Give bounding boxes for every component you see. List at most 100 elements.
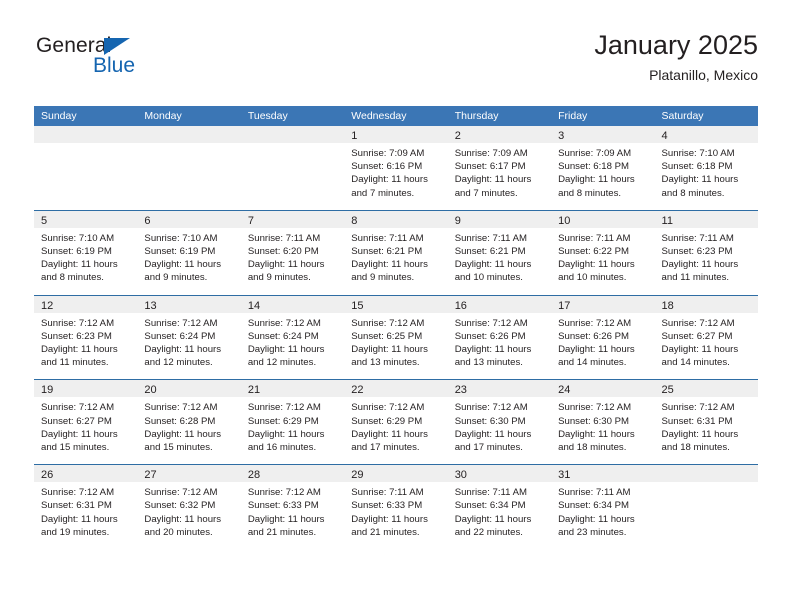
day-number-band: 13 — [137, 295, 241, 313]
sunset-text: Sunset: 6:21 PM — [454, 246, 526, 258]
day-cell[interactable]: 14 Sunrise: 7:12 AM Sunset: 6:24 PM Dayligh… — [240, 295, 345, 380]
day-cell-body: Sunrise: 7:11 AM Sunset: 6:21 PM Daylight:… — [344, 228, 447, 285]
day-cell[interactable]: 19 Sunrise: 7:12 AM Sunset: 6:27 PM Dayligh… — [34, 380, 138, 465]
day-cell[interactable]: 4 Sunrise: 7:10 AM Sunset: 6:18 PM Daylight… — [654, 126, 758, 210]
day-cell-body: Sunrise: 7:12 AM Sunset: 6:24 PM Daylight:… — [241, 313, 344, 370]
daylight-text: Daylight: 11 hours and 20 minutes. — [144, 513, 222, 538]
day-cell-body: Sunrise: 7:10 AM Sunset: 6:19 PM Daylight:… — [137, 228, 240, 285]
day-cell[interactable]: 10 Sunrise: 7:11 AM Sunset: 6:22 PM Dayligh… — [551, 210, 655, 295]
sunset-text: Sunset: 6:31 PM — [661, 415, 733, 427]
day-number-band — [654, 465, 758, 483]
sunrise-text: Sunrise: 7:12 AM — [351, 402, 425, 414]
sunrise-text: Sunrise: 7:10 AM — [144, 232, 218, 244]
day-cell[interactable]: 25 Sunrise: 7:12 AM Sunset: 6:31 PM Dayligh… — [654, 380, 758, 465]
day-number-band: 17 — [551, 295, 655, 313]
day-number-band: 11 — [654, 210, 758, 228]
day-cell[interactable]: 20 Sunrise: 7:12 AM Sunset: 6:28 PM Dayligh… — [137, 380, 241, 465]
sunrise-text: Sunrise: 7:12 AM — [41, 317, 115, 329]
weekday-header-monday: Monday — [144, 110, 182, 122]
day-cell[interactable]: 13 Sunrise: 7:12 AM Sunset: 6:24 PM Dayligh… — [137, 295, 241, 380]
day-cell[interactable]: 27 Sunrise: 7:12 AM Sunset: 6:32 PM Dayligh… — [137, 465, 241, 550]
day-cell[interactable]: 29 Sunrise: 7:11 AM Sunset: 6:33 PM Dayligh… — [344, 465, 448, 550]
sunset-text: Sunset: 6:28 PM — [144, 415, 216, 427]
day-number-band — [240, 126, 345, 143]
day-cell[interactable]: 1 Sunrise: 7:09 AM Sunset: 6:16 PM Daylight… — [344, 126, 448, 210]
sunset-text: Sunset: 6:21 PM — [351, 246, 423, 258]
weekday-header-wednesday: Wednesday — [351, 110, 407, 122]
day-cell[interactable]: 15 Sunrise: 7:12 AM Sunset: 6:25 PM Dayligh… — [344, 295, 448, 380]
day-number-band: 18 — [654, 295, 758, 313]
daylight-text: Daylight: 11 hours and 21 minutes. — [247, 513, 325, 538]
day-cell-empty — [654, 465, 758, 550]
day-cell[interactable]: 26 Sunrise: 7:12 AM Sunset: 6:31 PM Dayligh… — [34, 465, 138, 550]
day-cell[interactable]: 6 Sunrise: 7:10 AM Sunset: 6:19 PM Daylight… — [137, 210, 241, 295]
day-cell[interactable]: 23 Sunrise: 7:12 AM Sunset: 6:30 PM Dayligh… — [447, 380, 552, 465]
sunrise-text: Sunrise: 7:12 AM — [351, 317, 425, 329]
day-cell-body: Sunrise: 7:11 AM Sunset: 6:33 PM Daylight:… — [344, 482, 447, 539]
daylight-text: Daylight: 11 hours and 14 minutes. — [558, 344, 635, 369]
day-cell[interactable]: 2 Sunrise: 7:09 AM Sunset: 6:17 PM Daylight… — [447, 126, 552, 210]
day-cell[interactable]: 31 Sunrise: 7:11 AM Sunset: 6:34 PM Dayligh… — [551, 465, 655, 550]
day-number-band: 5 — [34, 210, 138, 228]
day-cell[interactable]: 8 Sunrise: 7:11 AM Sunset: 6:21 PM Daylight… — [344, 210, 448, 295]
day-cell[interactable]: 17 Sunrise: 7:12 AM Sunset: 6:26 PM Dayligh… — [551, 295, 655, 380]
sunset-text: Sunset: 6:27 PM — [41, 415, 112, 427]
day-cell-body: Sunrise: 7:11 AM Sunset: 6:20 PM Daylight:… — [241, 228, 344, 285]
sunrise-text: Sunrise: 7:12 AM — [247, 487, 321, 499]
day-number: 30 — [454, 469, 467, 482]
day-cell-body: Sunrise: 7:10 AM Sunset: 6:19 PM Daylight:… — [34, 228, 137, 285]
sunrise-text: Sunrise: 7:12 AM — [247, 317, 321, 329]
day-cell[interactable]: 28 Sunrise: 7:12 AM Sunset: 6:33 PM Dayligh… — [240, 465, 345, 550]
day-cell[interactable]: 5 Sunrise: 7:10 AM Sunset: 6:19 PM Daylight… — [34, 210, 138, 295]
daylight-text: Daylight: 11 hours and 18 minutes. — [661, 428, 739, 454]
sunrise-text: Sunrise: 7:10 AM — [41, 232, 115, 244]
sunrise-text: Sunrise: 7:12 AM — [558, 317, 632, 329]
day-cell[interactable]: 18 Sunrise: 7:12 AM Sunset: 6:27 PM Dayligh… — [654, 295, 758, 380]
day-number-band: 3 — [551, 126, 655, 143]
day-cell-body: Sunrise: 7:12 AM Sunset: 6:28 PM Daylight:… — [137, 397, 240, 454]
brand-logo[interactable]: General Blue — [34, 34, 234, 90]
day-cell[interactable]: 24 Sunrise: 7:12 AM Sunset: 6:30 PM Dayligh… — [551, 380, 655, 465]
sunrise-text: Sunrise: 7:12 AM — [41, 402, 115, 414]
sunset-text: Sunset: 6:24 PM — [144, 330, 216, 342]
sunset-text: Sunset: 6:18 PM — [661, 161, 733, 173]
sunset-text: Sunset: 6:34 PM — [454, 500, 526, 512]
daylight-text: Daylight: 11 hours and 16 minutes. — [247, 428, 325, 454]
day-cell[interactable]: 11 Sunrise: 7:11 AM Sunset: 6:23 PM Dayligh… — [654, 210, 758, 295]
sunset-text: Sunset: 6:26 PM — [558, 330, 630, 342]
day-cell[interactable]: 9 Sunrise: 7:11 AM Sunset: 6:21 PM Daylight… — [447, 210, 552, 295]
sunrise-text: Sunrise: 7:09 AM — [558, 148, 632, 159]
calendar-page: General Blue January 2025 Platanillo, Me… — [0, 0, 792, 612]
daylight-text: Daylight: 11 hours and 18 minutes. — [558, 428, 635, 454]
sunset-text: Sunset: 6:29 PM — [247, 415, 319, 427]
day-cell-empty — [34, 126, 138, 210]
day-number: 4 — [661, 130, 668, 142]
day-cell[interactable]: 30 Sunrise: 7:11 AM Sunset: 6:34 PM Dayligh… — [447, 465, 552, 550]
daylight-text: Daylight: 11 hours and 12 minutes. — [144, 344, 222, 369]
week-row: 5 Sunrise: 7:10 AM Sunset: 6:19 PM Daylight… — [34, 209, 758, 295]
day-number-band: 7 — [240, 210, 345, 228]
day-number: 16 — [454, 299, 467, 312]
day-number: 2 — [454, 130, 461, 142]
day-cell[interactable]: 22 Sunrise: 7:12 AM Sunset: 6:29 PM Dayligh… — [344, 380, 448, 465]
daylight-text: Daylight: 11 hours and 22 minutes. — [454, 513, 532, 538]
calendar-grid: Sunday Monday Tuesday Wednesday Thursday Frid… — [34, 106, 758, 550]
weekday-header-tuesday: Tuesday — [247, 110, 288, 122]
page-subtitle: Platanillo, Mexico — [649, 67, 758, 83]
sunset-text: Sunset: 6:19 PM — [144, 246, 216, 258]
sunset-text: Sunset: 6:32 PM — [144, 500, 216, 512]
day-cell[interactable]: 16 Sunrise: 7:12 AM Sunset: 6:26 PM Dayligh… — [447, 295, 552, 380]
day-cell-body: Sunrise: 7:12 AM Sunset: 6:32 PM Daylight:… — [137, 482, 240, 539]
sunset-text: Sunset: 6:27 PM — [661, 330, 733, 342]
sunset-text: Sunset: 6:33 PM — [351, 500, 423, 512]
day-number-band: 10 — [551, 210, 655, 228]
day-number-band — [34, 126, 138, 143]
day-cell[interactable]: 21 Sunrise: 7:12 AM Sunset: 6:29 PM Dayligh… — [240, 380, 345, 465]
day-cell[interactable]: 12 Sunrise: 7:12 AM Sunset: 6:23 PM Dayligh… — [34, 295, 138, 380]
sunset-text: Sunset: 6:22 PM — [558, 246, 630, 258]
daylight-text: Daylight: 11 hours and 7 minutes. — [351, 174, 428, 199]
daylight-text: Daylight: 11 hours and 13 minutes. — [454, 344, 532, 369]
day-number: 18 — [661, 299, 674, 312]
day-cell[interactable]: 3 Sunrise: 7:09 AM Sunset: 6:18 PM Daylight… — [551, 126, 655, 210]
day-cell[interactable]: 7 Sunrise: 7:11 AM Sunset: 6:20 PM Daylight… — [240, 210, 345, 295]
